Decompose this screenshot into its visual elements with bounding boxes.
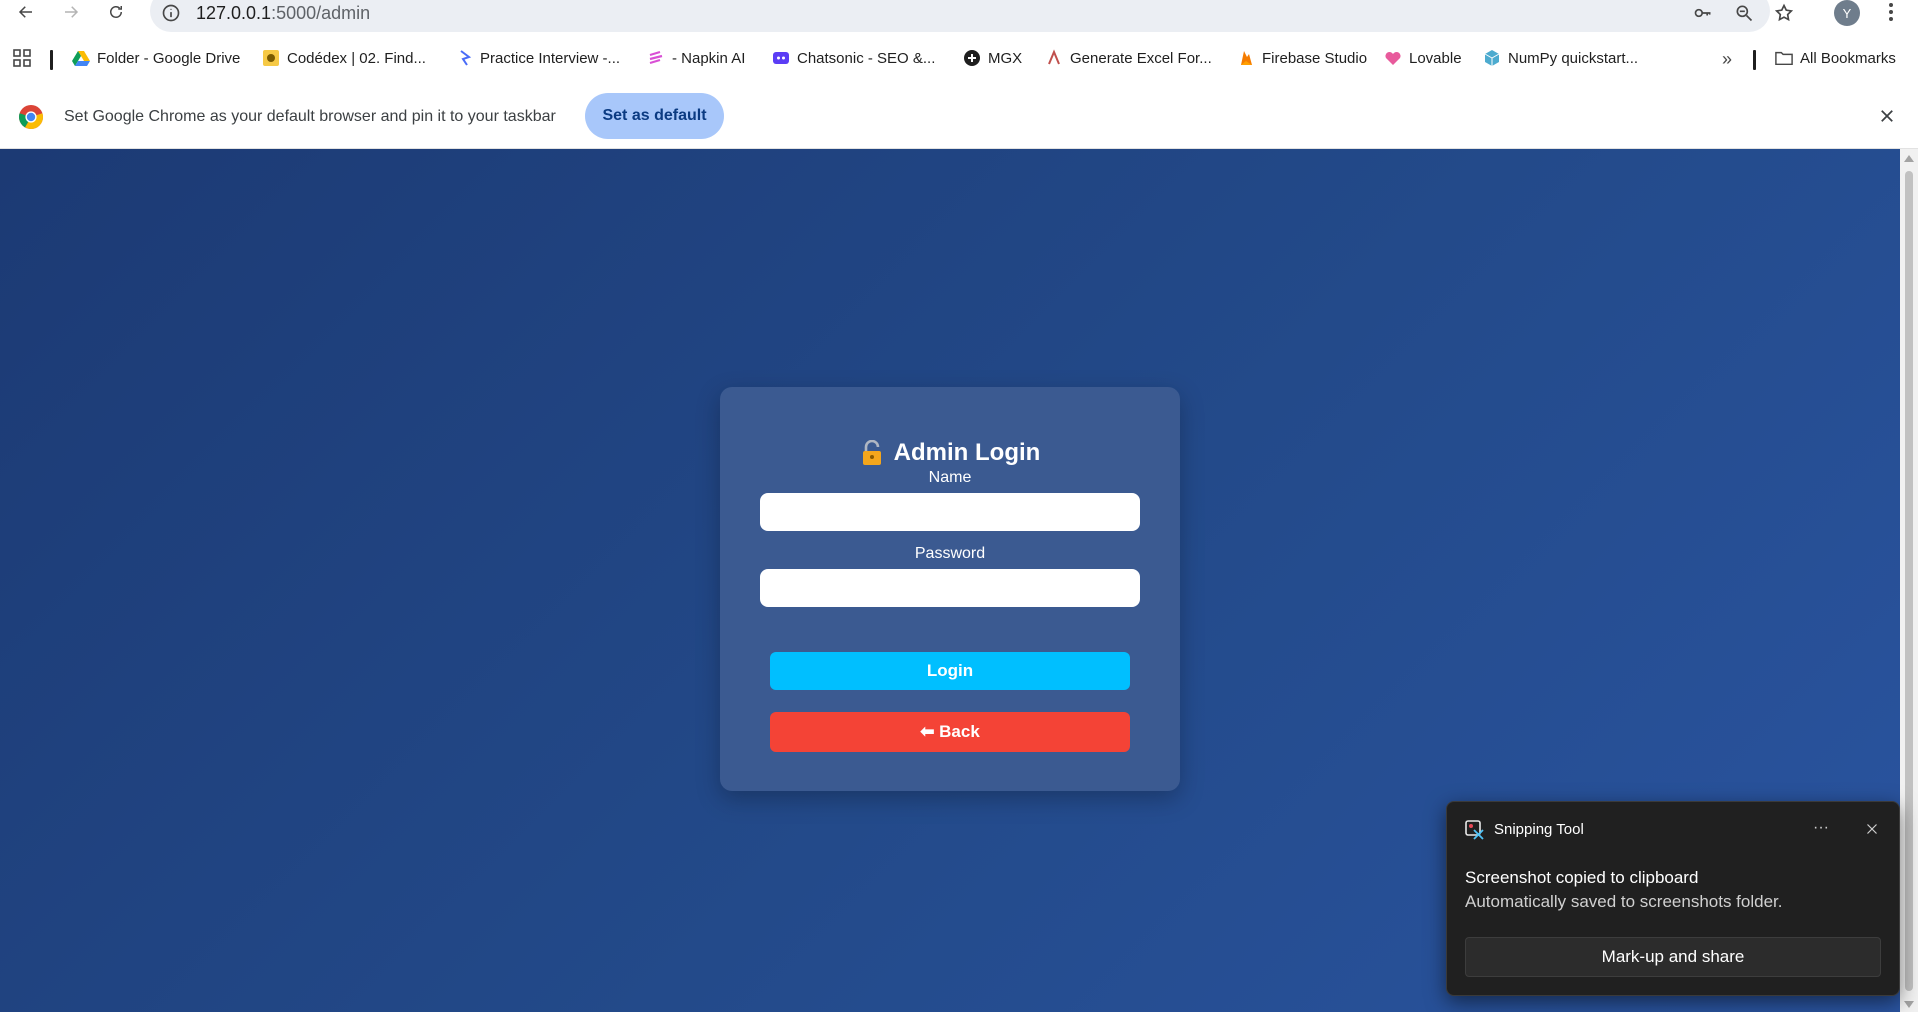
address-bar[interactable] [150, 0, 1770, 32]
chrome-menu-icon[interactable] [1880, 0, 1902, 24]
bookmark-codedex[interactable]: Codédex | 02. Find... [262, 46, 426, 70]
bookmark-label: Codédex | 02. Find... [287, 49, 426, 67]
zoom-icon[interactable] [1731, 1, 1757, 25]
login-card: Admin Login Name Password Login ⬅ Back [720, 387, 1180, 791]
chrome-logo-icon [19, 105, 43, 129]
close-icon[interactable] [1859, 816, 1885, 842]
default-browser-infobar: Set Google Chrome as your default browse… [0, 84, 1918, 149]
bookmark-lovable[interactable]: Lovable [1384, 46, 1462, 70]
site-info-icon[interactable] [160, 2, 182, 24]
all-bookmarks-label: All Bookmarks [1800, 49, 1896, 67]
chatsonic-icon [772, 49, 790, 67]
bookmark-label: Firebase Studio [1262, 49, 1368, 67]
codedex-icon [262, 49, 280, 67]
bookmarks-divider [50, 50, 53, 70]
lovable-icon [1384, 49, 1402, 67]
bookmark-label: - Napkin AI [672, 49, 746, 67]
bookmark-label: Lovable [1409, 49, 1462, 67]
mgx-icon [963, 49, 981, 67]
practice-interview-icon [455, 49, 473, 67]
url-host: 127.0.0.1 [196, 3, 272, 23]
apps-grid-icon[interactable] [12, 48, 32, 68]
toast-body: Automatically saved to screenshots folde… [1465, 892, 1783, 911]
folder-icon [1775, 49, 1793, 67]
google-drive-icon [72, 49, 90, 67]
bookmark-firebase-studio[interactable]: Firebase Studio [1237, 46, 1367, 70]
login-button[interactable]: Login [770, 652, 1130, 690]
bookmark-label: Generate Excel For... [1070, 49, 1212, 67]
markup-and-share-button[interactable]: Mark-up and share [1465, 937, 1881, 977]
page-scrollbar[interactable] [1900, 149, 1918, 1012]
excel-formula-icon [1045, 49, 1063, 67]
all-bookmarks[interactable]: All Bookmarks [1775, 46, 1896, 70]
reload-icon[interactable] [102, 0, 130, 24]
password-key-icon[interactable] [1690, 1, 1716, 25]
bookmark-label: MGX [988, 49, 1023, 67]
bookmark-numpy[interactable]: NumPy quickstart... [1483, 46, 1638, 70]
password-input[interactable] [760, 569, 1140, 607]
scroll-up-icon[interactable] [1904, 155, 1914, 162]
bookmark-label: Chatsonic - SEO &... [797, 49, 936, 67]
lock-icon [862, 440, 881, 465]
login-title-text: Admin Login [893, 439, 1041, 466]
bookmark-google-drive[interactable]: Folder - Google Drive [72, 46, 240, 70]
bookmark-practice-interview[interactable]: Practice Interview -... [455, 46, 620, 70]
back-arrow-icon[interactable] [12, 0, 40, 24]
bookmark-generate-excel[interactable]: Generate Excel For... [1045, 46, 1212, 70]
url-path: :5000/admin [271, 3, 371, 23]
password-label: Password [914, 545, 986, 562]
bookmark-label: Practice Interview -... [480, 49, 621, 67]
numpy-icon [1483, 49, 1501, 67]
bookmark-mgx[interactable]: MGX [963, 46, 1022, 70]
forward-arrow-icon[interactable] [57, 0, 85, 24]
back-button[interactable]: ⬅ Back [770, 712, 1130, 752]
bookmarks-bar: Folder - Google Drive Codédex | 02. Find… [0, 42, 1918, 74]
toast-heading: Screenshot copied to clipboard [1465, 868, 1699, 887]
snipping-tool-icon [1465, 820, 1484, 840]
bookmark-label: Folder - Google Drive [97, 49, 241, 67]
scroll-down-icon[interactable] [1904, 1001, 1914, 1008]
chevron-double-right-icon[interactable]: » [1716, 48, 1738, 70]
bookmark-label: NumPy quickstart... [1508, 49, 1639, 67]
toast-app-name: Snipping Tool [1494, 821, 1584, 838]
close-icon[interactable] [1875, 104, 1899, 128]
scroll-thumb[interactable] [1905, 171, 1913, 991]
more-options-icon[interactable]: ··· [1807, 816, 1835, 840]
url-text[interactable]: 127.0.0.1:5000/admin [196, 2, 370, 24]
snipping-tool-notification: Snipping Tool ··· Screenshot copied to c… [1446, 801, 1900, 996]
bookmark-chatsonic[interactable]: Chatsonic - SEO &... [772, 46, 935, 70]
napkin-ai-icon [647, 49, 665, 67]
name-label: Name [928, 469, 972, 486]
bookmark-star-icon[interactable] [1771, 1, 1797, 25]
infobar-message: Set Google Chrome as your default browse… [64, 108, 556, 125]
browser-toolbar: 127.0.0.1:5000/admin Y [0, 0, 1918, 32]
profile-avatar[interactable]: Y [1834, 0, 1860, 26]
name-input[interactable] [760, 493, 1140, 531]
login-title: Admin Login [720, 439, 1180, 467]
firebase-icon [1237, 49, 1255, 67]
bookmarks-divider [1753, 50, 1756, 70]
bookmark-napkin-ai[interactable]: - Napkin AI [647, 46, 745, 70]
set-as-default-button[interactable]: Set as default [585, 93, 724, 139]
